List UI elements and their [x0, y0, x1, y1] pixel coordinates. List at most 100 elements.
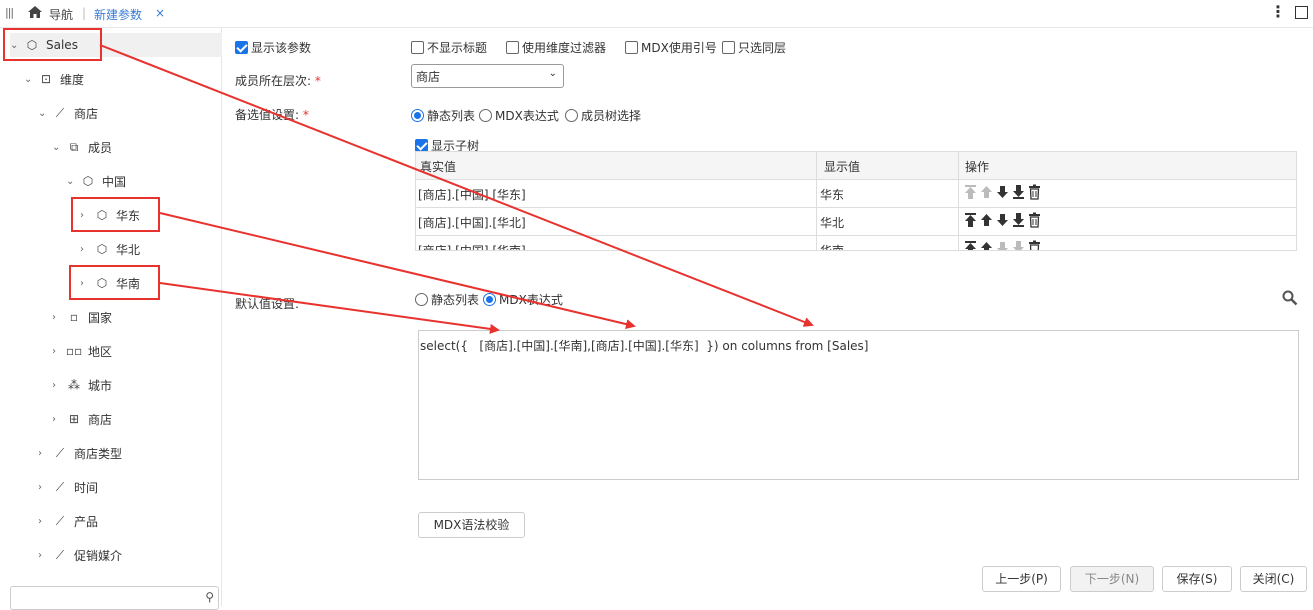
- move-bottom-icon[interactable]: [1012, 240, 1025, 250]
- checkbox-icon[interactable]: [625, 41, 638, 54]
- row-actions: [964, 240, 1041, 250]
- chevron-right-icon[interactable]: ›: [52, 380, 66, 391]
- tree-node-store-level[interactable]: › ⊞ 商店: [52, 407, 112, 431]
- radio-selected-icon[interactable]: [411, 109, 424, 122]
- candidate-tree-radio[interactable]: 成员树选择: [565, 107, 641, 124]
- row-actions: [964, 212, 1041, 228]
- chevron-right-icon[interactable]: ›: [38, 448, 52, 459]
- same-level-checkbox[interactable]: 只选同层: [722, 39, 786, 56]
- grip-icon[interactable]: |||: [5, 6, 14, 19]
- hierarchy-icon: ⟋: [55, 445, 65, 460]
- table-row[interactable]: [商店].[中国].[华东] 华东: [416, 180, 1296, 208]
- chevron-right-icon[interactable]: ›: [38, 482, 52, 493]
- tree-search-input[interactable]: ⚲: [10, 586, 219, 610]
- delete-icon[interactable]: [1028, 184, 1041, 200]
- tree-node-store-hierarchy[interactable]: ⌄ ⟋ 商店: [38, 101, 98, 125]
- tree-node-city[interactable]: › ⁂ 城市: [52, 373, 112, 397]
- tree-node-china[interactable]: ⌄ ⬡ 中国: [66, 169, 126, 193]
- checkbox-icon[interactable]: [506, 41, 519, 54]
- maximize-icon[interactable]: [1295, 6, 1308, 19]
- table-row[interactable]: [商店].[中国].[华北] 华北: [416, 208, 1296, 236]
- move-down-icon[interactable]: [996, 212, 1009, 228]
- radio-label: 静态列表: [431, 293, 480, 307]
- candidate-static-radio[interactable]: 静态列表: [411, 107, 475, 124]
- tree-node-country[interactable]: › ▫ 国家: [52, 305, 112, 329]
- move-bottom-icon[interactable]: [1012, 212, 1025, 228]
- chevron-down-icon[interactable]: ⌄: [52, 142, 66, 153]
- move-down-icon[interactable]: [996, 240, 1009, 250]
- move-up-icon[interactable]: [980, 184, 993, 200]
- chevron-down-icon[interactable]: ⌄: [66, 176, 80, 187]
- table-row[interactable]: [商店].[中国].[华南] 华南: [416, 236, 1296, 251]
- tab-new-parameter[interactable]: 新建参数: [94, 6, 142, 23]
- tree-node-region[interactable]: › ▫▫ 地区: [52, 339, 112, 363]
- move-top-icon[interactable]: [964, 184, 977, 200]
- hierarchy-icon: ⟋: [55, 105, 65, 120]
- tree-node-promotion-media[interactable]: › ⟋ 促销媒介: [38, 543, 122, 567]
- level-select[interactable]: 商店 ⌄: [411, 64, 564, 88]
- chevron-down-icon[interactable]: ⌄: [24, 74, 38, 85]
- tree-node-store-type[interactable]: › ⟋ 商店类型: [38, 441, 122, 465]
- members-icon: ⧉: [69, 139, 79, 154]
- move-top-icon[interactable]: [964, 212, 977, 228]
- move-up-icon[interactable]: [980, 212, 993, 228]
- tree-node-label: 维度: [60, 72, 85, 87]
- checkbox-label: 显示该参数: [251, 41, 312, 55]
- column-header-display-value: 显示值: [824, 160, 861, 174]
- tab-close-icon[interactable]: ×: [155, 6, 165, 20]
- save-button[interactable]: 保存(S): [1162, 566, 1232, 592]
- radio-icon[interactable]: [479, 109, 492, 122]
- prev-step-button[interactable]: 上一步(P): [982, 566, 1061, 592]
- chevron-right-icon[interactable]: ›: [52, 414, 66, 425]
- chevron-right-icon[interactable]: ›: [52, 312, 66, 323]
- mdx-validate-button[interactable]: MDX语法校验: [418, 512, 525, 538]
- radio-icon[interactable]: [565, 109, 578, 122]
- hierarchy-icon: ⟋: [55, 513, 65, 528]
- home-icon[interactable]: [27, 5, 43, 22]
- candidate-values-table: 真实值 显示值 操作 [商店].[中国].[华东] 华东 [商店].[中国].[…: [415, 151, 1297, 251]
- radio-selected-icon[interactable]: [483, 293, 496, 306]
- move-down-icon[interactable]: [996, 184, 1009, 200]
- default-static-radio[interactable]: 静态列表: [415, 291, 479, 308]
- cell-display-value: 华南: [820, 244, 845, 251]
- radio-icon[interactable]: [415, 293, 428, 306]
- search-icon[interactable]: ⚲: [205, 590, 214, 604]
- chevron-right-icon[interactable]: ›: [80, 244, 94, 255]
- tree-node-time[interactable]: › ⟋ 时间: [38, 475, 98, 499]
- default-mdx-radio[interactable]: MDX表达式: [483, 291, 563, 308]
- close-button[interactable]: 关闭(C): [1240, 566, 1307, 592]
- level-2-icon: ▫▫: [66, 344, 83, 358]
- chevron-right-icon[interactable]: ›: [38, 550, 52, 561]
- tree-node-label: 成员: [88, 140, 113, 155]
- delete-icon[interactable]: [1028, 212, 1041, 228]
- checkbox-checked-icon[interactable]: [235, 41, 248, 54]
- delete-icon[interactable]: [1028, 240, 1041, 250]
- use-dimension-filter-checkbox[interactable]: 使用维度过滤器: [506, 39, 606, 56]
- more-options-icon[interactable]: ⋮: [1270, 2, 1286, 21]
- checkbox-icon[interactable]: [722, 41, 735, 54]
- column-header-real-value: 真实值: [420, 160, 457, 174]
- chevron-right-icon[interactable]: ›: [52, 346, 66, 357]
- checkbox-label: 使用维度过滤器: [522, 41, 607, 55]
- candidate-mdx-radio[interactable]: MDX表达式: [479, 107, 559, 124]
- tree-node-north-china[interactable]: › ⬡ 华北: [80, 237, 140, 261]
- zoom-search-icon[interactable]: [1282, 290, 1298, 309]
- radio-label: 成员树选择: [581, 109, 642, 123]
- cell-display-value: 华东: [820, 188, 845, 202]
- tree-node-product[interactable]: › ⟋ 产品: [38, 509, 98, 533]
- move-bottom-icon[interactable]: [1012, 184, 1025, 200]
- next-step-button[interactable]: 下一步(N): [1070, 566, 1154, 592]
- tree-node-members[interactable]: ⌄ ⧉ 成员: [52, 135, 112, 159]
- move-up-icon[interactable]: [980, 240, 993, 250]
- level-label: 成员所在层次: *: [235, 72, 321, 89]
- mdx-expression-textarea[interactable]: select({ [商店].[中国].[华南],[商店].[中国].[华东] }…: [418, 330, 1299, 480]
- mdx-quote-checkbox[interactable]: MDX使用引号: [625, 39, 717, 56]
- show-parameter-checkbox[interactable]: 显示该参数: [235, 39, 311, 56]
- nav-label[interactable]: 导航: [49, 6, 73, 23]
- chevron-down-icon[interactable]: ⌄: [38, 108, 52, 119]
- move-top-icon[interactable]: [964, 240, 977, 250]
- tree-node-dimension[interactable]: ⌄ ⊡ 维度: [24, 67, 84, 91]
- hide-title-checkbox[interactable]: 不显示标题: [411, 39, 487, 56]
- checkbox-icon[interactable]: [411, 41, 424, 54]
- chevron-right-icon[interactable]: ›: [38, 516, 52, 527]
